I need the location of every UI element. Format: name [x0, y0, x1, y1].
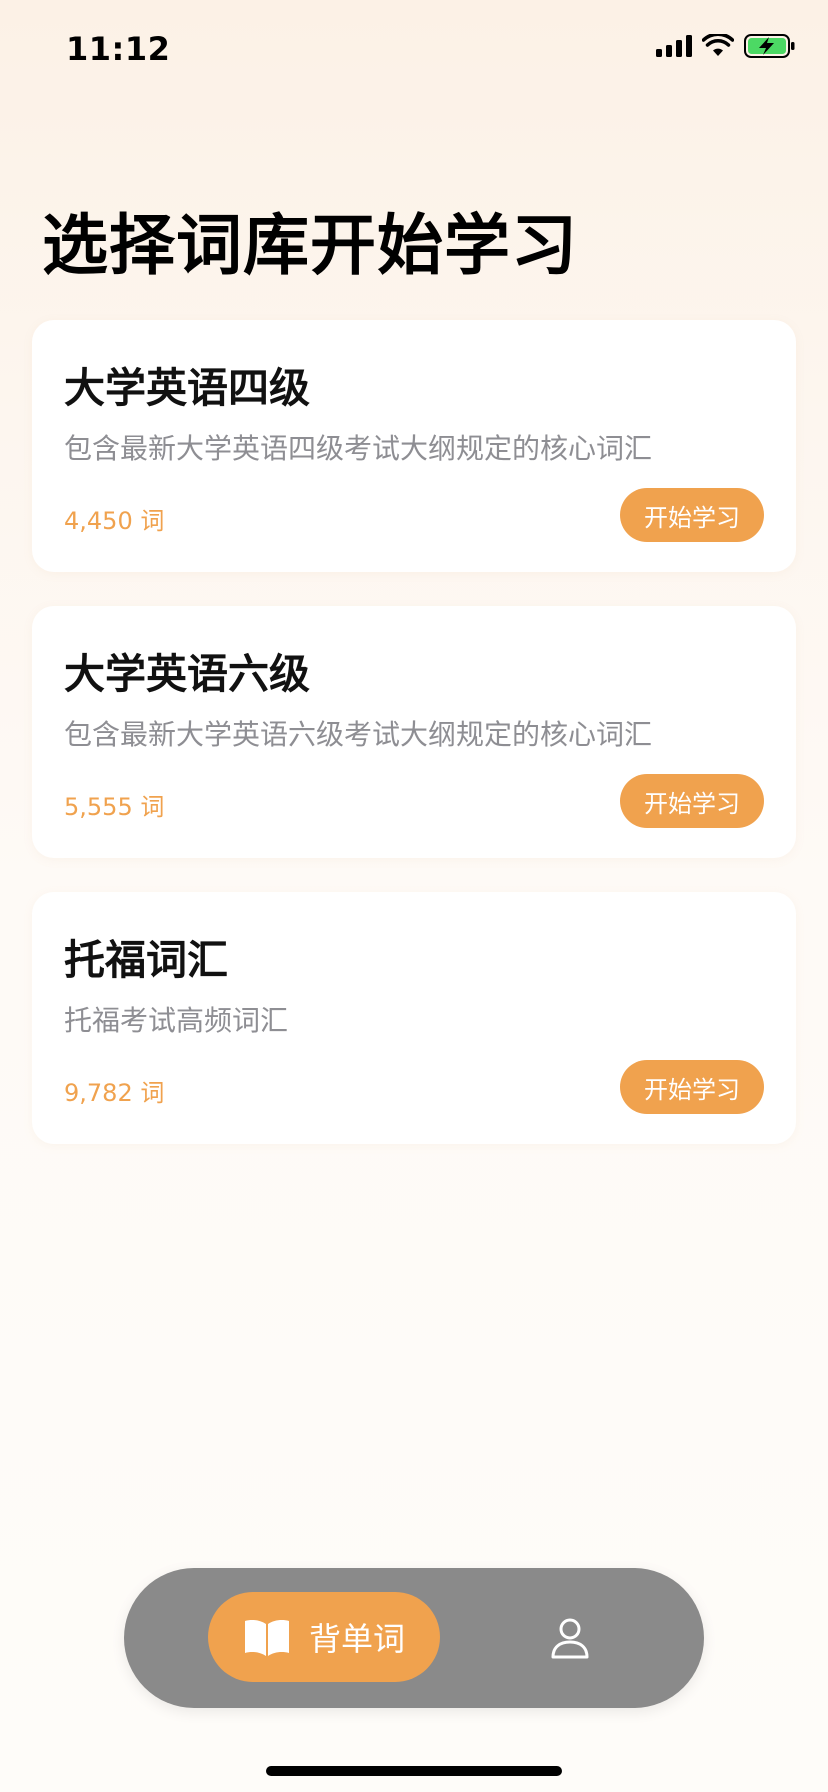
word-book-title: 托福词汇 [64, 936, 228, 984]
word-book-list: 大学英语四级 包含最新大学英语四级考试大纲规定的核心词汇 4,450 词 开始学… [32, 320, 796, 1178]
tab-vocabulary-label: 背单词 [308, 1620, 405, 1658]
start-learning-button[interactable]: 开始学习 [620, 774, 764, 828]
status-icons [656, 34, 796, 58]
word-book-card-cet6[interactable]: 大学英语六级 包含最新大学英语六级考试大纲规定的核心词汇 5,555 词 开始学… [32, 606, 796, 858]
cellular-signal-icon [656, 35, 692, 57]
status-time: 11:12 [66, 30, 171, 68]
tab-profile[interactable] [544, 1612, 596, 1664]
word-book-description: 托福考试高频词汇 [64, 1004, 289, 1037]
battery-charging-icon [744, 34, 795, 58]
tab-bar: 背单词 [124, 1568, 704, 1708]
status-bar: 11:12 [0, 0, 828, 100]
wifi-icon [702, 34, 734, 56]
start-learning-button[interactable]: 开始学习 [620, 1060, 764, 1114]
word-book-title: 大学英语四级 [64, 364, 310, 412]
word-count: 5,555 词 [64, 793, 165, 821]
person-icon [551, 1618, 589, 1659]
word-book-card-cet4[interactable]: 大学英语四级 包含最新大学英语四级考试大纲规定的核心词汇 4,450 词 开始学… [32, 320, 796, 572]
word-book-title: 大学英语六级 [64, 650, 310, 698]
word-count: 9,782 词 [64, 1079, 165, 1107]
home-indicator [266, 1766, 562, 1776]
open-book-icon [244, 1620, 289, 1656]
page-title: 选择词库开始学习 [42, 207, 578, 284]
word-book-card-toefl[interactable]: 托福词汇 托福考试高频词汇 9,782 词 开始学习 [32, 892, 796, 1144]
tab-vocabulary[interactable]: 背单词 [208, 1592, 440, 1682]
word-book-description: 包含最新大学英语六级考试大纲规定的核心词汇 [64, 718, 653, 751]
word-count: 4,450 词 [64, 507, 165, 535]
start-learning-button[interactable]: 开始学习 [620, 488, 764, 542]
word-book-description: 包含最新大学英语四级考试大纲规定的核心词汇 [64, 432, 653, 465]
